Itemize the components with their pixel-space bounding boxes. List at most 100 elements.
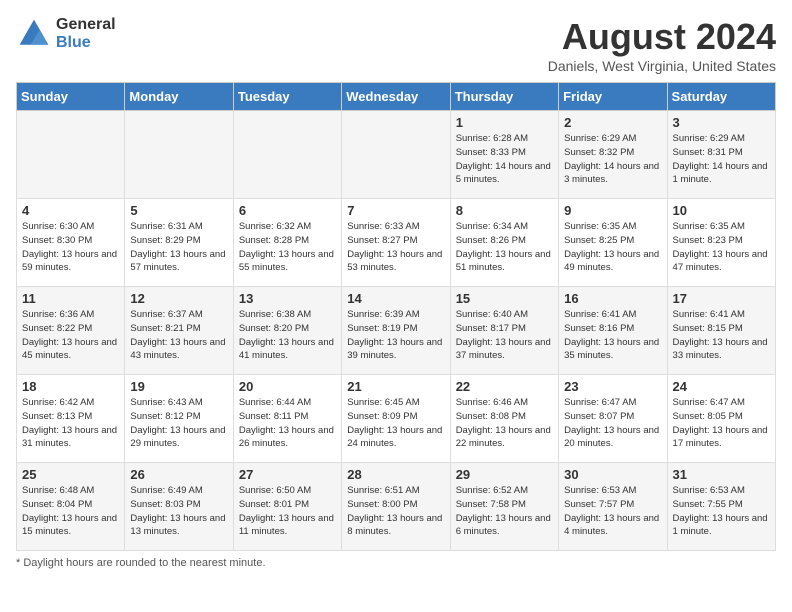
- day-number: 25: [22, 467, 119, 482]
- week-row-4: 18Sunrise: 6:42 AM Sunset: 8:13 PM Dayli…: [17, 375, 776, 463]
- calendar-cell: 27 Sunrise: 6:50 AM Sunset: 8:01 PM Dayli…: [233, 463, 341, 551]
- day-info: Sunrise: 6:53 AM Sunset: 7:55 PM Dayligh…: [673, 484, 770, 539]
- day-number: 28: [347, 467, 444, 482]
- week-row-5: 25 Sunrise: 6:48 AM Sunset: 8:04 PM Dayli…: [17, 463, 776, 551]
- calendar-cell: [342, 111, 450, 199]
- day-number: 5: [130, 203, 227, 218]
- day-info: Sunrise: 6:43 AM Sunset: 8:12 PM Dayligh…: [130, 396, 227, 451]
- day-info: Sunrise: 6:52 AM Sunset: 7:58 PM Dayligh…: [456, 484, 553, 539]
- calendar-cell: 14 Sunrise: 6:39 AM Sunset: 8:19 PM Dayli…: [342, 287, 450, 375]
- calendar-cell: 31 Sunrise: 6:53 AM Sunset: 7:55 PM Dayli…: [667, 463, 775, 551]
- day-number: 29: [456, 467, 553, 482]
- day-info: Sunrise: 6:50 AM Sunset: 8:01 PM Dayligh…: [239, 484, 336, 539]
- day-number: 20: [239, 379, 336, 394]
- day-info: Sunrise: 6:53 AM Sunset: 7:57 PM Dayligh…: [564, 484, 661, 539]
- calendar-body: 1 Sunrise: 6:28 AM Sunset: 8:33 PM Daylig…: [17, 111, 776, 551]
- col-header-friday: Friday: [559, 83, 667, 111]
- week-row-1: 1 Sunrise: 6:28 AM Sunset: 8:33 PM Daylig…: [17, 111, 776, 199]
- calendar-cell: 24 Sunrise: 6:47 AM Sunset: 8:05 PM Dayli…: [667, 375, 775, 463]
- day-info: Sunrise: 6:40 AM Sunset: 8:17 PM Dayligh…: [456, 308, 553, 363]
- col-header-monday: Monday: [125, 83, 233, 111]
- page-header: General Blue August 2024 Daniels, West V…: [16, 16, 776, 74]
- day-number: 4: [22, 203, 119, 218]
- day-info: Sunrise: 6:29 AM Sunset: 8:31 PM Dayligh…: [673, 132, 770, 187]
- day-info: Sunrise: 6:28 AM Sunset: 8:33 PM Dayligh…: [456, 132, 553, 187]
- day-info: Sunrise: 6:39 AM Sunset: 8:19 PM Dayligh…: [347, 308, 444, 363]
- logo: General Blue: [16, 16, 116, 52]
- calendar-cell: 19Sunrise: 6:43 AM Sunset: 8:12 PM Dayli…: [125, 375, 233, 463]
- day-info: Sunrise: 6:34 AM Sunset: 8:26 PM Dayligh…: [456, 220, 553, 275]
- day-number: 26: [130, 467, 227, 482]
- day-number: 21: [347, 379, 444, 394]
- calendar-cell: 7 Sunrise: 6:33 AM Sunset: 8:27 PM Daylig…: [342, 199, 450, 287]
- day-number: 17: [673, 291, 770, 306]
- day-number: 13: [239, 291, 336, 306]
- calendar-cell: 22Sunrise: 6:46 AM Sunset: 8:08 PM Dayli…: [450, 375, 558, 463]
- calendar-cell: 1 Sunrise: 6:28 AM Sunset: 8:33 PM Daylig…: [450, 111, 558, 199]
- calendar-cell: 2Sunrise: 6:29 AM Sunset: 8:32 PM Daylig…: [559, 111, 667, 199]
- calendar-cell: 12 Sunrise: 6:37 AM Sunset: 8:21 PM Dayli…: [125, 287, 233, 375]
- day-number: 31: [673, 467, 770, 482]
- day-info: Sunrise: 6:35 AM Sunset: 8:25 PM Dayligh…: [564, 220, 661, 275]
- calendar-cell: [233, 111, 341, 199]
- day-info: Sunrise: 6:51 AM Sunset: 8:00 PM Dayligh…: [347, 484, 444, 539]
- day-info: Sunrise: 6:49 AM Sunset: 8:03 PM Dayligh…: [130, 484, 227, 539]
- calendar-cell: 18Sunrise: 6:42 AM Sunset: 8:13 PM Dayli…: [17, 375, 125, 463]
- day-info: Sunrise: 6:32 AM Sunset: 8:28 PM Dayligh…: [239, 220, 336, 275]
- day-info: Sunrise: 6:47 AM Sunset: 8:05 PM Dayligh…: [673, 396, 770, 451]
- day-number: 30: [564, 467, 661, 482]
- logo-general: General: [56, 16, 116, 34]
- day-number: 14: [347, 291, 444, 306]
- title-block: August 2024 Daniels, West Virginia, Unit…: [548, 16, 776, 74]
- calendar-cell: 13 Sunrise: 6:38 AM Sunset: 8:20 PM Dayli…: [233, 287, 341, 375]
- day-info: Sunrise: 6:37 AM Sunset: 8:21 PM Dayligh…: [130, 308, 227, 363]
- col-header-thursday: Thursday: [450, 83, 558, 111]
- footer-note: * Daylight hours are rounded to the near…: [16, 557, 776, 569]
- calendar-cell: [17, 111, 125, 199]
- day-number: 12: [130, 291, 227, 306]
- calendar-cell: 11Sunrise: 6:36 AM Sunset: 8:22 PM Dayli…: [17, 287, 125, 375]
- calendar-cell: 6 Sunrise: 6:32 AM Sunset: 8:28 PM Daylig…: [233, 199, 341, 287]
- day-info: Sunrise: 6:47 AM Sunset: 8:07 PM Dayligh…: [564, 396, 661, 451]
- calendar-cell: 4Sunrise: 6:30 AM Sunset: 8:30 PM Daylig…: [17, 199, 125, 287]
- day-info: Sunrise: 6:44 AM Sunset: 8:11 PM Dayligh…: [239, 396, 336, 451]
- day-info: Sunrise: 6:41 AM Sunset: 8:16 PM Dayligh…: [564, 308, 661, 363]
- day-info: Sunrise: 6:35 AM Sunset: 8:23 PM Dayligh…: [673, 220, 770, 275]
- day-info: Sunrise: 6:46 AM Sunset: 8:08 PM Dayligh…: [456, 396, 553, 451]
- day-number: 1: [456, 115, 553, 130]
- calendar-cell: 5 Sunrise: 6:31 AM Sunset: 8:29 PM Daylig…: [125, 199, 233, 287]
- day-number: 7: [347, 203, 444, 218]
- logo-blue: Blue: [56, 34, 116, 52]
- calendar-cell: 8 Sunrise: 6:34 AM Sunset: 8:26 PM Daylig…: [450, 199, 558, 287]
- calendar-cell: 9Sunrise: 6:35 AM Sunset: 8:25 PM Daylig…: [559, 199, 667, 287]
- calendar-table: SundayMondayTuesdayWednesdayThursdayFrid…: [16, 82, 776, 551]
- week-row-3: 11Sunrise: 6:36 AM Sunset: 8:22 PM Dayli…: [17, 287, 776, 375]
- calendar-cell: 23Sunrise: 6:47 AM Sunset: 8:07 PM Dayli…: [559, 375, 667, 463]
- day-number: 27: [239, 467, 336, 482]
- calendar-cell: 25 Sunrise: 6:48 AM Sunset: 8:04 PM Dayli…: [17, 463, 125, 551]
- day-number: 24: [673, 379, 770, 394]
- day-number: 2: [564, 115, 661, 130]
- calendar-cell: 29 Sunrise: 6:52 AM Sunset: 7:58 PM Dayli…: [450, 463, 558, 551]
- col-header-sunday: Sunday: [17, 83, 125, 111]
- day-info: Sunrise: 6:45 AM Sunset: 8:09 PM Dayligh…: [347, 396, 444, 451]
- calendar-cell: 28 Sunrise: 6:51 AM Sunset: 8:00 PM Dayli…: [342, 463, 450, 551]
- day-info: Sunrise: 6:48 AM Sunset: 8:04 PM Dayligh…: [22, 484, 119, 539]
- day-number: 11: [22, 291, 119, 306]
- day-number: 16: [564, 291, 661, 306]
- logo-text: General Blue: [56, 16, 116, 51]
- calendar-cell: 15 Sunrise: 6:40 AM Sunset: 8:17 PM Dayli…: [450, 287, 558, 375]
- day-info: Sunrise: 6:31 AM Sunset: 8:29 PM Dayligh…: [130, 220, 227, 275]
- logo-icon: [16, 16, 52, 52]
- day-info: Sunrise: 6:38 AM Sunset: 8:20 PM Dayligh…: [239, 308, 336, 363]
- calendar-cell: 17 Sunrise: 6:41 AM Sunset: 8:15 PM Dayli…: [667, 287, 775, 375]
- day-info: Sunrise: 6:33 AM Sunset: 8:27 PM Dayligh…: [347, 220, 444, 275]
- day-number: 8: [456, 203, 553, 218]
- day-number: 15: [456, 291, 553, 306]
- col-header-wednesday: Wednesday: [342, 83, 450, 111]
- calendar-cell: 20 Sunrise: 6:44 AM Sunset: 8:11 PM Dayli…: [233, 375, 341, 463]
- day-number: 18: [22, 379, 119, 394]
- day-number: 6: [239, 203, 336, 218]
- calendar-cell: 16 Sunrise: 6:41 AM Sunset: 8:16 PM Dayli…: [559, 287, 667, 375]
- day-info: Sunrise: 6:41 AM Sunset: 8:15 PM Dayligh…: [673, 308, 770, 363]
